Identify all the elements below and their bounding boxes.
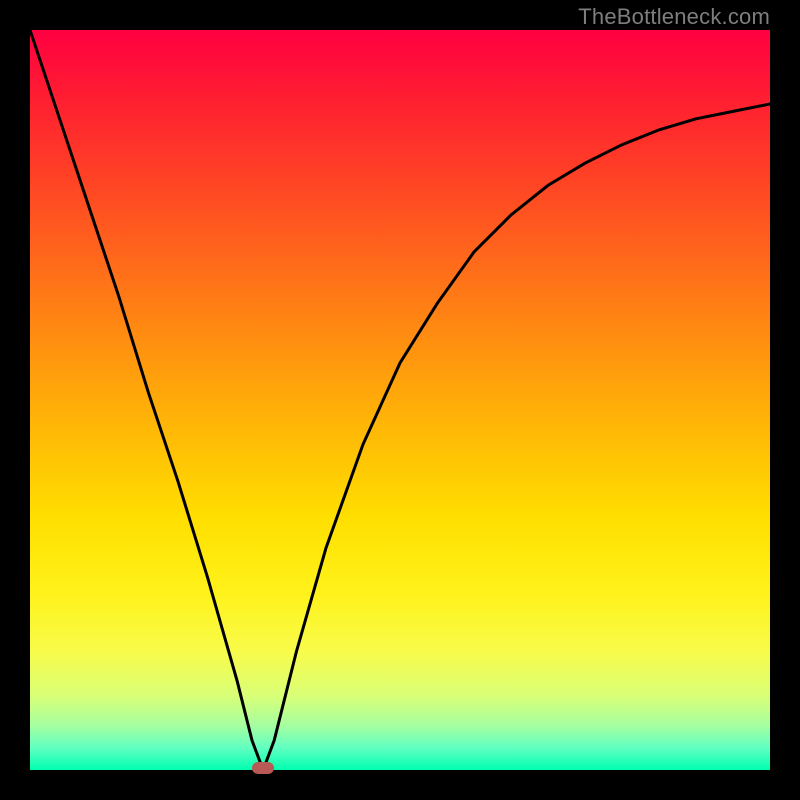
bottleneck-curve-path bbox=[30, 30, 770, 770]
plot-area bbox=[30, 30, 770, 770]
curve-svg bbox=[30, 30, 770, 770]
chart-frame: TheBottleneck.com bbox=[0, 0, 800, 800]
watermark-text: TheBottleneck.com bbox=[578, 4, 770, 30]
optimal-point-marker bbox=[252, 762, 274, 774]
